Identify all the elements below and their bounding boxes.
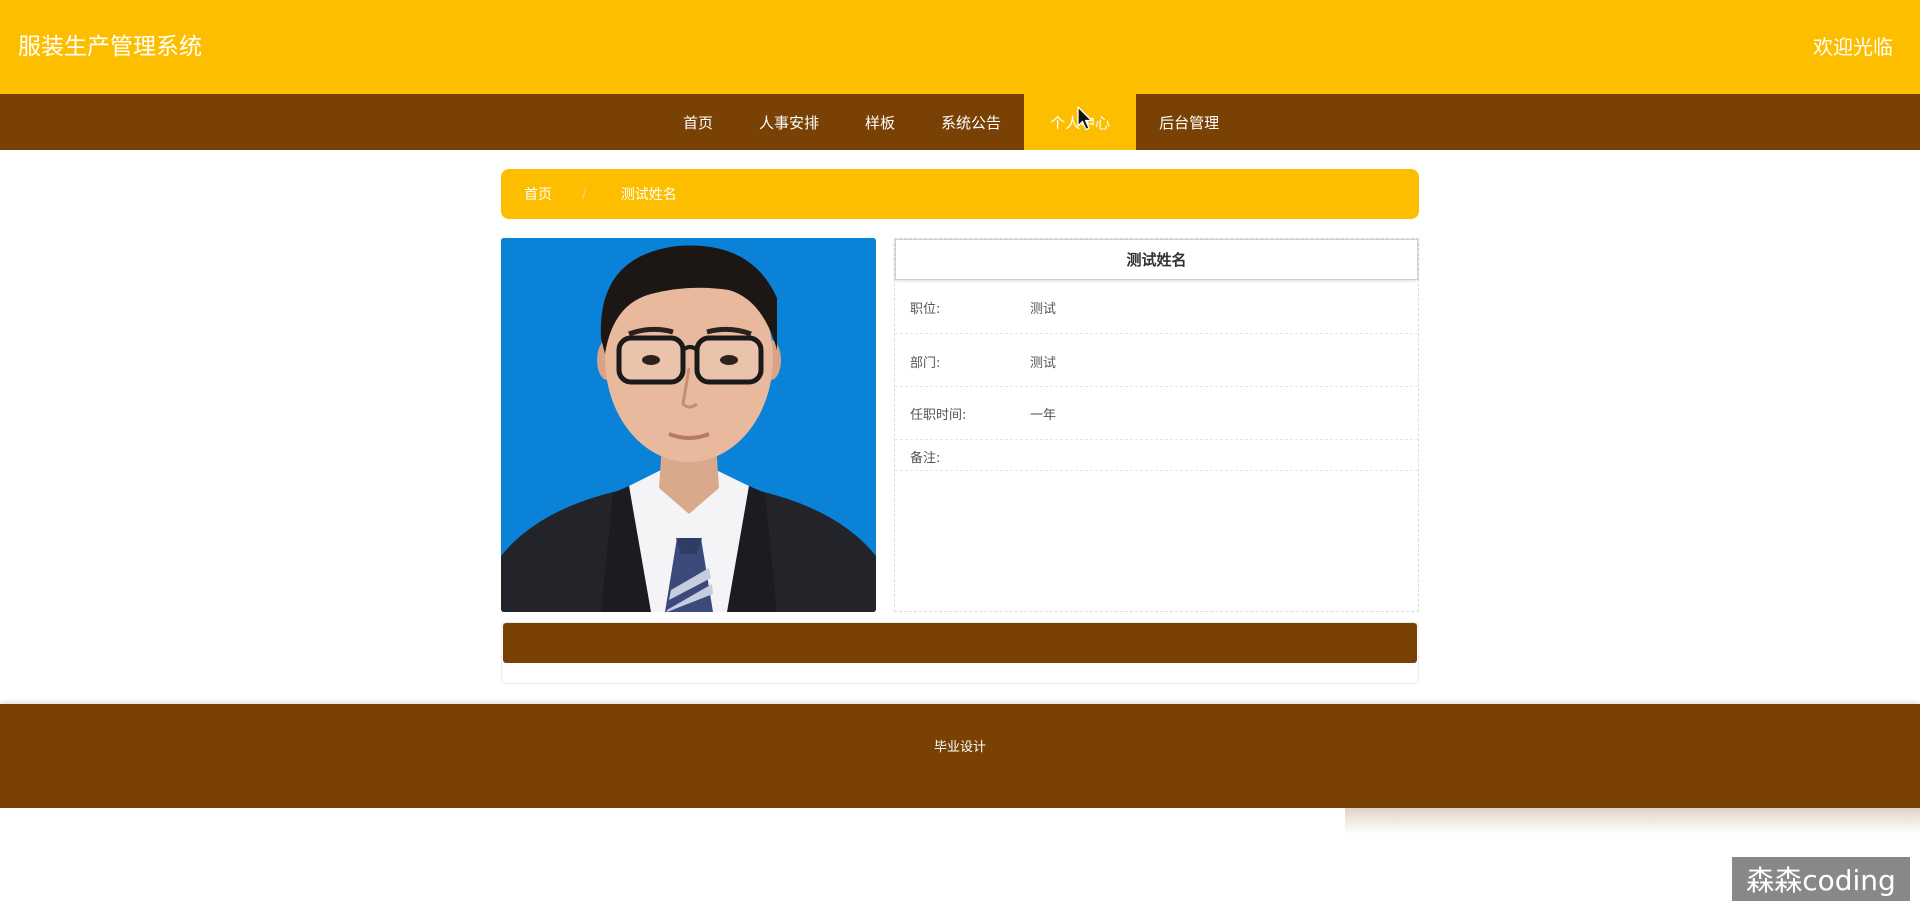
breadcrumb: 首页 / 测试姓名 xyxy=(501,169,1419,219)
nav-item-personnel[interactable]: 人事安排 xyxy=(736,94,842,150)
nav-item-announcements[interactable]: 系统公告 xyxy=(918,94,1024,150)
info-label: 备注: xyxy=(910,451,941,466)
nav-item-admin[interactable]: 后台管理 xyxy=(1136,94,1242,150)
info-value: 测试 xyxy=(1030,356,1057,371)
breadcrumb-separator: / xyxy=(582,186,587,202)
info-value: 一年 xyxy=(1030,408,1057,423)
detail-section-header xyxy=(503,623,1417,663)
breadcrumb-home-link[interactable]: 首页 xyxy=(524,184,552,204)
welcome-text: 欢迎光临 xyxy=(1813,35,1893,59)
detail-section xyxy=(501,622,1419,684)
info-label: 任职时间: xyxy=(910,408,967,423)
info-row-tenure: 任职时间: 一年 xyxy=(895,387,1418,440)
nav-list: 首页 人事安排 样板 系统公告 个人中心 后台管理 xyxy=(660,94,1242,150)
info-row-remarks: 备注: xyxy=(895,440,1418,471)
nav-item-samples[interactable]: 样板 xyxy=(842,94,918,150)
nav-item-home[interactable]: 首页 xyxy=(660,94,736,150)
footer-text: 毕业设计 xyxy=(933,740,986,755)
footer: 毕业设计 xyxy=(0,704,1920,808)
profile-info-panel: 测试姓名 职位: 测试 部门: 测试 任职时间: 一年 备注: xyxy=(894,238,1419,612)
main-nav: 首页 人事安排 样板 系统公告 个人中心 后台管理 xyxy=(0,94,1920,150)
info-label: 职位: xyxy=(910,302,941,317)
top-header: 服装生产管理系统 欢迎光临 xyxy=(0,0,1920,94)
info-value: 测试 xyxy=(1030,302,1057,317)
watermark: 森森coding xyxy=(1732,857,1910,901)
footer-shadow xyxy=(1345,794,1920,834)
employee-photo xyxy=(501,238,876,612)
info-row-position: 职位: 测试 xyxy=(895,280,1418,334)
info-label: 部门: xyxy=(910,356,941,371)
profile-name-title: 测试姓名 xyxy=(895,239,1418,280)
info-row-department: 部门: 测试 xyxy=(895,334,1418,387)
site-title: 服装生产管理系统 xyxy=(18,34,202,60)
nav-item-personal-center[interactable]: 个人中心 xyxy=(1024,94,1137,150)
portrait-illustration xyxy=(501,238,876,612)
breadcrumb-current: 测试姓名 xyxy=(620,187,677,203)
